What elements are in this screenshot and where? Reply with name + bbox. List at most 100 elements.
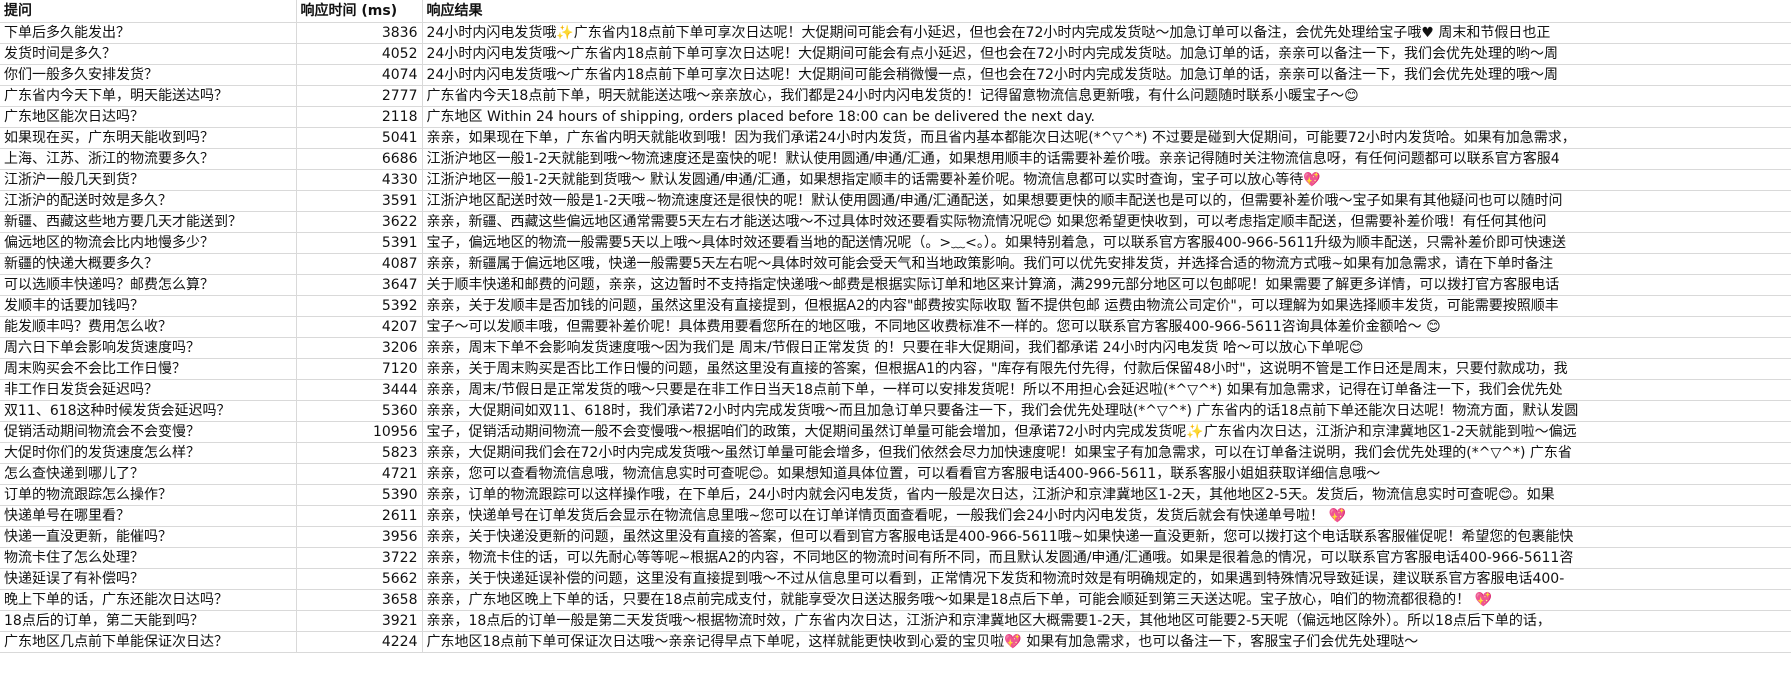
response-time-cell[interactable]: 3622: [296, 211, 423, 233]
table-row: 上海、江苏、浙江的物流要多久？ 6686 江浙沪地区一般1-2天就能到哦～物流速度还…: [0, 148, 1791, 170]
table-row: 广东地区能次日达吗？ 2118 广东地区 Within 24 hours of sh…: [0, 106, 1791, 128]
response-result-cell[interactable]: 关于顺丰快递和邮费的问题，亲亲，这边暂时不支持指定快递哦～邮费是根据实际订单和地…: [422, 274, 1791, 296]
response-result-cell[interactable]: 亲亲，物流卡住的话，可以先耐心等等呢~根据A2的内容，不同地区的物流时间有所不同…: [422, 547, 1791, 569]
response-result-cell[interactable]: 江浙沪地区一般1-2天就能到货哦～ 默认发圆通/申通/汇通，如果想指定顺丰的话需…: [422, 169, 1791, 191]
response-result-cell[interactable]: 亲亲，大促期间如双11、618时，我们承诺72小时内完成发货哦～而且加急订单只要…: [422, 400, 1791, 422]
question-cell[interactable]: 偏远地区的物流会比内地慢多少？: [0, 232, 297, 254]
table-row: 广东地区几点前下单能保证次日达？ 4224 广东地区18点前下单可保证次日达哦～亲亲…: [0, 631, 1791, 653]
response-result-cell[interactable]: 宝子～可以发顺丰哦，但需要补差价呢！具体费用要看您所在的地区哦，不同地区收费标准…: [422, 316, 1791, 338]
response-result-cell[interactable]: 宝子，偏远地区的物流一般需要5天以上哦～具体时效还要看当地的配送情况呢（。>﹏<…: [422, 232, 1791, 254]
response-time-cell[interactable]: 3647: [296, 274, 423, 296]
response-time-cell[interactable]: 6686: [296, 148, 423, 170]
response-result-cell[interactable]: 亲亲，18点后的订单一般是第二天发货哦～根据物流时效，广东省内次日达，江浙沪和京…: [422, 610, 1791, 632]
response-time-cell[interactable]: 4330: [296, 169, 423, 191]
header-question[interactable]: 提问: [0, 0, 297, 23]
question-cell[interactable]: 发顺丰的话要加钱吗？: [0, 295, 297, 317]
table-row: 18点后的订单，第二天能到吗？ 3921 亲亲，18点后的订单一般是第二天发货哦～根…: [0, 610, 1791, 632]
response-time-cell[interactable]: 3591: [296, 190, 423, 212]
question-cell[interactable]: 18点后的订单，第二天能到吗？: [0, 610, 297, 632]
question-cell[interactable]: 怎么查快递到哪儿了？: [0, 463, 297, 485]
response-result-cell[interactable]: 亲亲，大促期间我们会在72小时内完成发货哦～虽然订单量可能会增多，但我们依然会尽…: [422, 442, 1791, 464]
response-result-cell[interactable]: 广东地区18点前下单可保证次日达哦～亲亲记得早点下单呢，这样就能更快收到心爱的宝…: [422, 631, 1791, 653]
response-result-cell[interactable]: 24小时内闪电发货哦～广东省内18点前下单可享次日达呢！大促期间可能会稍微慢一点…: [422, 64, 1791, 86]
response-result-cell[interactable]: 江浙沪地区配送时效一般是1-2天哦~物流速度还是很快的呢！默认使用圆通/申通/汇…: [422, 190, 1791, 212]
response-result-cell[interactable]: 亲亲，广东地区晚上下单的话，只要在18点前完成支付，就能享受次日送达服务哦～如果…: [422, 589, 1791, 611]
question-cell[interactable]: 促销活动期间物流会不会变慢？: [0, 421, 297, 443]
header-response-result[interactable]: 响应结果: [422, 0, 1791, 23]
response-result-cell[interactable]: 亲亲，新疆属于偏远地区哦，快递一般需要5天左右呢～具体时效可能会受天气和当地政策…: [422, 253, 1791, 275]
response-time-cell[interactable]: 4224: [296, 631, 423, 653]
question-cell[interactable]: 发货时间是多久？: [0, 43, 297, 65]
response-time-cell[interactable]: 4052: [296, 43, 423, 65]
question-cell[interactable]: 双11、618这种时候发货会延迟吗？: [0, 400, 297, 422]
response-time-cell[interactable]: 3722: [296, 547, 423, 569]
response-result-cell[interactable]: 亲亲，关于发顺丰是否加钱的问题，虽然这里没有直接提到，但根据A2的内容"邮费按实…: [422, 295, 1791, 317]
response-time-cell[interactable]: 3658: [296, 589, 423, 611]
question-cell[interactable]: 订单的物流跟踪怎么操作？: [0, 484, 297, 506]
question-cell[interactable]: 广东地区能次日达吗？: [0, 106, 297, 128]
response-time-cell[interactable]: 5360: [296, 400, 423, 422]
response-result-cell[interactable]: 亲亲，关于周末购买是否比工作日慢的问题，虽然这里没有直接的答案，但根据A1的内容…: [422, 358, 1791, 380]
response-result-cell[interactable]: 亲亲，如果现在下单，广东省内明天就能收到哦！因为我们承诺24小时内发货，而且省内…: [422, 127, 1791, 149]
response-time-cell[interactable]: 3444: [296, 379, 423, 401]
question-cell[interactable]: 能发顺丰吗？费用怎么收？: [0, 316, 297, 338]
response-time-cell[interactable]: 2118: [296, 106, 423, 128]
response-time-cell[interactable]: 3836: [296, 22, 423, 44]
response-time-cell[interactable]: 10956: [296, 421, 423, 443]
response-result-cell[interactable]: 亲亲，快递单号在订单发货后会显示在物流信息里哦~您可以在订单详情页面查看呢，一般…: [422, 505, 1791, 527]
response-time-cell[interactable]: 4721: [296, 463, 423, 485]
question-cell[interactable]: 新疆的快递大概要多久？: [0, 253, 297, 275]
question-cell[interactable]: 广东省内今天下单，明天能送达吗？: [0, 85, 297, 107]
table-row: 新疆的快递大概要多久？ 4087 亲亲，新疆属于偏远地区哦，快递一般需要5天左右呢～…: [0, 253, 1791, 275]
question-cell[interactable]: 如果现在买，广东明天能收到吗？: [0, 127, 297, 149]
response-time-cell[interactable]: 4074: [296, 64, 423, 86]
response-result-cell[interactable]: 亲亲，您可以查看物流信息哦，物流信息实时可查呢😊。如果想知道具体位置，可以看看官…: [422, 463, 1791, 485]
response-result-cell[interactable]: 亲亲，新疆、西藏这些偏远地区通常需要5天左右才能送达哦～不过具体时效还要看实际物…: [422, 211, 1791, 233]
response-time-cell[interactable]: 4207: [296, 316, 423, 338]
response-time-cell[interactable]: 2777: [296, 85, 423, 107]
question-cell[interactable]: 快递延误了有补偿吗？: [0, 568, 297, 590]
question-cell[interactable]: 物流卡住了怎么处理？: [0, 547, 297, 569]
response-time-cell[interactable]: 5823: [296, 442, 423, 464]
question-cell[interactable]: 你们一般多久安排发货？: [0, 64, 297, 86]
response-result-cell[interactable]: 亲亲，周末下单不会影响发货速度哦～因为我们是 周末/节假日正常发货 的！只要在非…: [422, 337, 1791, 359]
question-cell[interactable]: 晚上下单的话，广东还能次日达吗？: [0, 589, 297, 611]
question-cell[interactable]: 快递一直没更新，能催吗？: [0, 526, 297, 548]
response-result-cell[interactable]: 24小时内闪电发货哦～广东省内18点前下单可享次日达呢！大促期间可能会有点小延迟…: [422, 43, 1791, 65]
question-cell[interactable]: 下单后多久能发出？: [0, 22, 297, 44]
response-result-cell[interactable]: 江浙沪地区一般1-2天就能到哦～物流速度还是蛮快的呢！默认使用圆通/申通/汇通，…: [422, 148, 1791, 170]
table-row: 非工作日发货会延迟吗？ 3444 亲亲，周末/节假日是正常发货的哦～只要是在非工作日…: [0, 379, 1791, 401]
response-time-cell[interactable]: 3956: [296, 526, 423, 548]
response-result-cell[interactable]: 宝子，促销活动期间物流一般不会变慢哦～根据咱们的政策，大促期间虽然订单量可能会增…: [422, 421, 1791, 443]
header-response-time[interactable]: 响应时间 (ms): [296, 0, 423, 23]
response-time-cell[interactable]: 7120: [296, 358, 423, 380]
response-result-cell[interactable]: 亲亲，周末/节假日是正常发货的哦～只要是在非工作日当天18点前下单，一样可以安排…: [422, 379, 1791, 401]
response-time-cell[interactable]: 5041: [296, 127, 423, 149]
response-time-cell[interactable]: 2611: [296, 505, 423, 527]
question-cell[interactable]: 上海、江苏、浙江的物流要多久？: [0, 148, 297, 170]
question-cell[interactable]: 广东地区几点前下单能保证次日达？: [0, 631, 297, 653]
question-cell[interactable]: 周末购买会不会比工作日慢？: [0, 358, 297, 380]
question-cell[interactable]: 快递单号在哪里看？: [0, 505, 297, 527]
response-time-cell[interactable]: 4087: [296, 253, 423, 275]
response-time-cell[interactable]: 3921: [296, 610, 423, 632]
response-result-cell[interactable]: 24小时内闪电发货哦✨广东省内18点前下单可享次日达呢！大促期间可能会有小延迟，…: [422, 22, 1791, 44]
response-result-cell[interactable]: 亲亲，订单的物流跟踪可以这样操作哦，在下单后，24小时内就会闪电发货，省内一般是…: [422, 484, 1791, 506]
question-cell[interactable]: 新疆、西藏这些地方要几天才能送到？: [0, 211, 297, 233]
question-cell[interactable]: 江浙沪的配送时效是多久？: [0, 190, 297, 212]
question-cell[interactable]: 可以选顺丰快递吗？邮费怎么算？: [0, 274, 297, 296]
response-result-cell[interactable]: 亲亲，关于快递延误补偿的问题，这里没有直接提到哦～不过从信息里可以看到，正常情况…: [422, 568, 1791, 590]
question-cell[interactable]: 大促时你们的发货速度怎么样？: [0, 442, 297, 464]
question-cell[interactable]: 周六日下单会影响发货速度吗？: [0, 337, 297, 359]
response-time-cell[interactable]: 3206: [296, 337, 423, 359]
response-result-cell[interactable]: 亲亲，关于快递没更新的问题，虽然这里没有直接的答案，但可以看到官方客服电话是40…: [422, 526, 1791, 548]
response-time-cell[interactable]: 5390: [296, 484, 423, 506]
question-cell[interactable]: 江浙沪一般几天到货？: [0, 169, 297, 191]
response-time-cell[interactable]: 5392: [296, 295, 423, 317]
response-result-cell[interactable]: 广东省内今天18点前下单，明天就能送达哦～亲亲放心，我们都是24小时内闪电发货的…: [422, 85, 1791, 107]
response-time-cell[interactable]: 5391: [296, 232, 423, 254]
response-result-cell[interactable]: 广东地区 Within 24 hours of shipping, orders…: [422, 106, 1791, 128]
table-row: 怎么查快递到哪儿了？ 4721 亲亲，您可以查看物流信息哦，物流信息实时可查呢😊。如…: [0, 463, 1791, 485]
response-time-cell[interactable]: 5662: [296, 568, 423, 590]
question-cell[interactable]: 非工作日发货会延迟吗？: [0, 379, 297, 401]
